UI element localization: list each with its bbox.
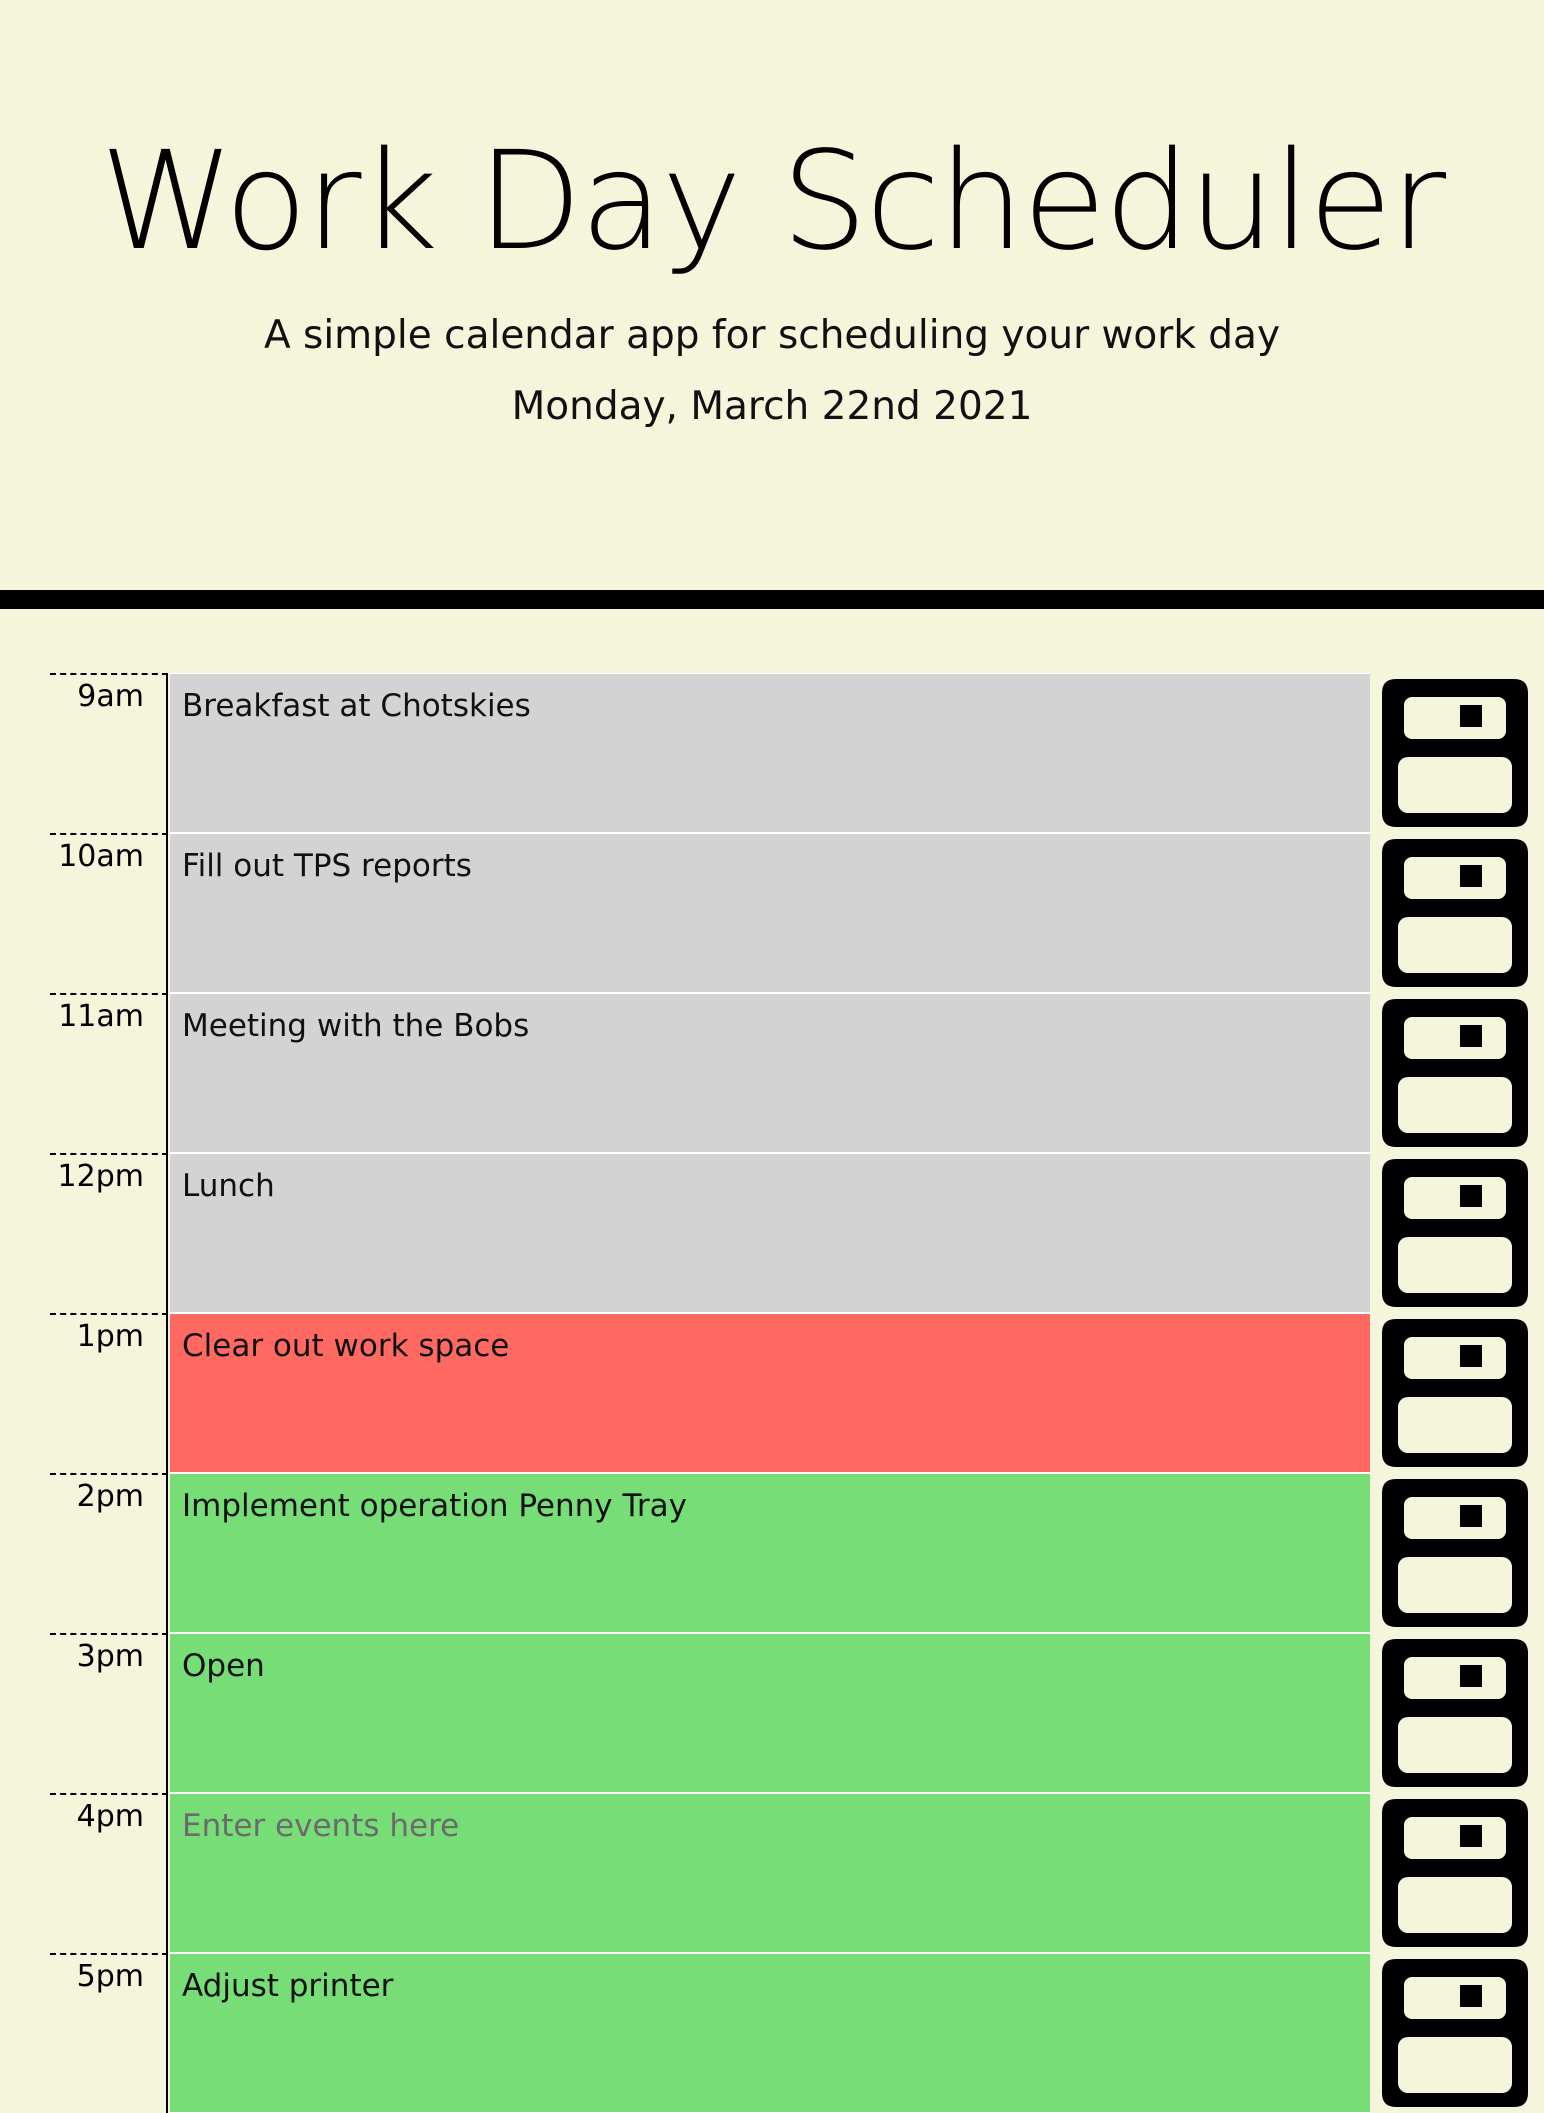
time-block: 12pm Lunch (0, 1153, 1544, 1313)
event-input[interactable] (170, 1793, 1370, 1953)
current-day: Monday, March 22nd 2021 (511, 384, 1033, 429)
time-block: 10am Fill out TPS reports (0, 833, 1544, 993)
page-title: Work Day Scheduler (99, 123, 1446, 281)
hour-label: 2pm (50, 1473, 168, 1633)
time-block: 2pm Implement operation Penny Tray (0, 1473, 1544, 1633)
time-block: 11am Meeting with the Bobs (0, 993, 1544, 1153)
event-input[interactable]: Implement operation Penny Tray (170, 1473, 1370, 1633)
event-input[interactable]: Lunch (170, 1153, 1370, 1313)
hour-label: 9am (50, 673, 168, 833)
save-button[interactable] (1376, 1153, 1534, 1313)
hour-label: 3pm (50, 1633, 168, 1793)
event-input[interactable]: Open (170, 1633, 1370, 1793)
save-button[interactable] (1376, 1953, 1534, 2113)
save-button[interactable] (1376, 1633, 1534, 1793)
floppy-disk-icon (1382, 679, 1528, 827)
hour-label: 12pm (50, 1153, 168, 1313)
event-input[interactable]: Breakfast at Chotskies (170, 673, 1370, 833)
event-input[interactable]: Meeting with the Bobs (170, 993, 1370, 1153)
schedule: 9am Breakfast at Chotskies 10am Fill out TP… (0, 673, 1544, 2113)
floppy-disk-icon (1382, 1479, 1528, 1627)
hour-label: 10am (50, 833, 168, 993)
floppy-disk-icon (1382, 1319, 1528, 1467)
floppy-disk-icon (1382, 1159, 1528, 1307)
save-button[interactable] (1376, 993, 1534, 1153)
floppy-disk-icon (1382, 839, 1528, 987)
time-block: 3pm Open (0, 1633, 1544, 1793)
floppy-disk-icon (1382, 999, 1528, 1147)
time-block: 9am Breakfast at Chotskies (0, 673, 1544, 833)
hour-label: 4pm (50, 1793, 168, 1953)
header-jumbotron: Work Day Scheduler A simple calendar app… (0, 0, 1544, 609)
hour-label: 5pm (50, 1953, 168, 2113)
time-block: 1pm Clear out work space (0, 1313, 1544, 1473)
save-button[interactable] (1376, 1313, 1534, 1473)
save-button[interactable] (1376, 673, 1534, 833)
floppy-disk-icon (1382, 1799, 1528, 1947)
save-button[interactable] (1376, 833, 1534, 993)
save-button[interactable] (1376, 1793, 1534, 1953)
save-button[interactable] (1376, 1473, 1534, 1633)
event-input[interactable]: Fill out TPS reports (170, 833, 1370, 993)
hour-label: 1pm (50, 1313, 168, 1473)
page-subtitle: A simple calendar app for scheduling you… (263, 313, 1281, 358)
event-input[interactable]: Clear out work space (170, 1313, 1370, 1473)
floppy-disk-icon (1382, 1959, 1528, 2107)
hour-label: 11am (50, 993, 168, 1153)
time-block: 4pm (0, 1793, 1544, 1953)
time-block: 5pm Adjust printer (0, 1953, 1544, 2113)
floppy-disk-icon (1382, 1639, 1528, 1787)
event-input[interactable]: Adjust printer (170, 1953, 1370, 2113)
